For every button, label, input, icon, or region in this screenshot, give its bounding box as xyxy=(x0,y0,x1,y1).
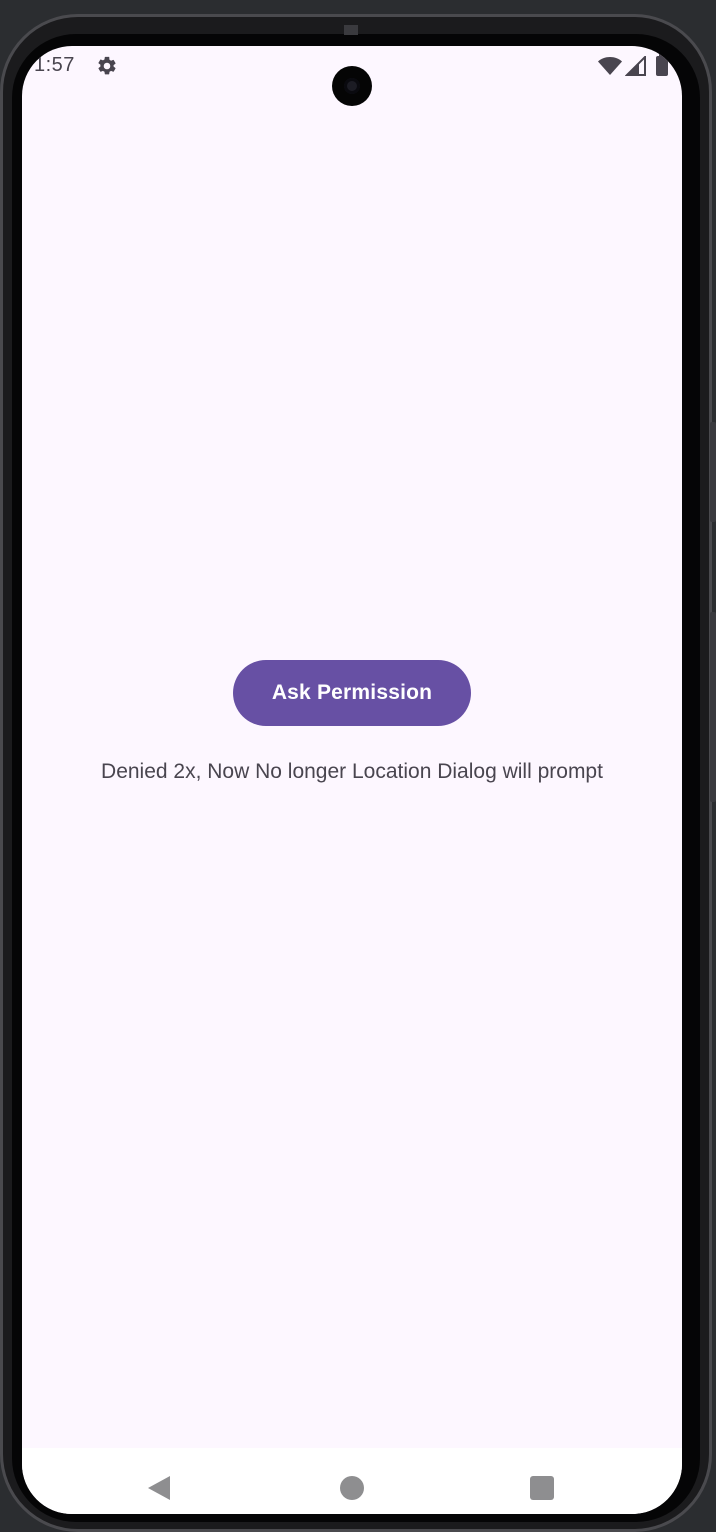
emulator-top-strip xyxy=(0,0,716,12)
recents-square-icon[interactable] xyxy=(530,1476,554,1500)
battery-icon xyxy=(656,53,668,76)
volume-button[interactable] xyxy=(710,422,716,522)
front-camera xyxy=(332,66,372,106)
home-circle-icon[interactable] xyxy=(340,1476,364,1500)
wifi-icon xyxy=(598,57,622,75)
phone-screen: 1:57 Ask Permission Denied 2x, Now No lo… xyxy=(22,46,682,1514)
status-bar: 1:57 xyxy=(22,46,682,106)
device-frame: 1:57 Ask Permission Denied 2x, Now No lo… xyxy=(0,12,716,1532)
phone-top-button xyxy=(344,25,358,35)
back-triangle-icon[interactable] xyxy=(148,1476,170,1500)
gear-icon xyxy=(98,56,116,75)
navigation-bar xyxy=(22,1448,682,1514)
status-time: 1:57 xyxy=(34,54,75,76)
permission-status-message: Denied 2x, Now No longer Location Dialog… xyxy=(101,760,603,783)
power-button[interactable] xyxy=(710,612,716,802)
cell-signal-icon xyxy=(625,56,646,76)
ask-permission-button[interactable]: Ask Permission xyxy=(233,660,471,726)
